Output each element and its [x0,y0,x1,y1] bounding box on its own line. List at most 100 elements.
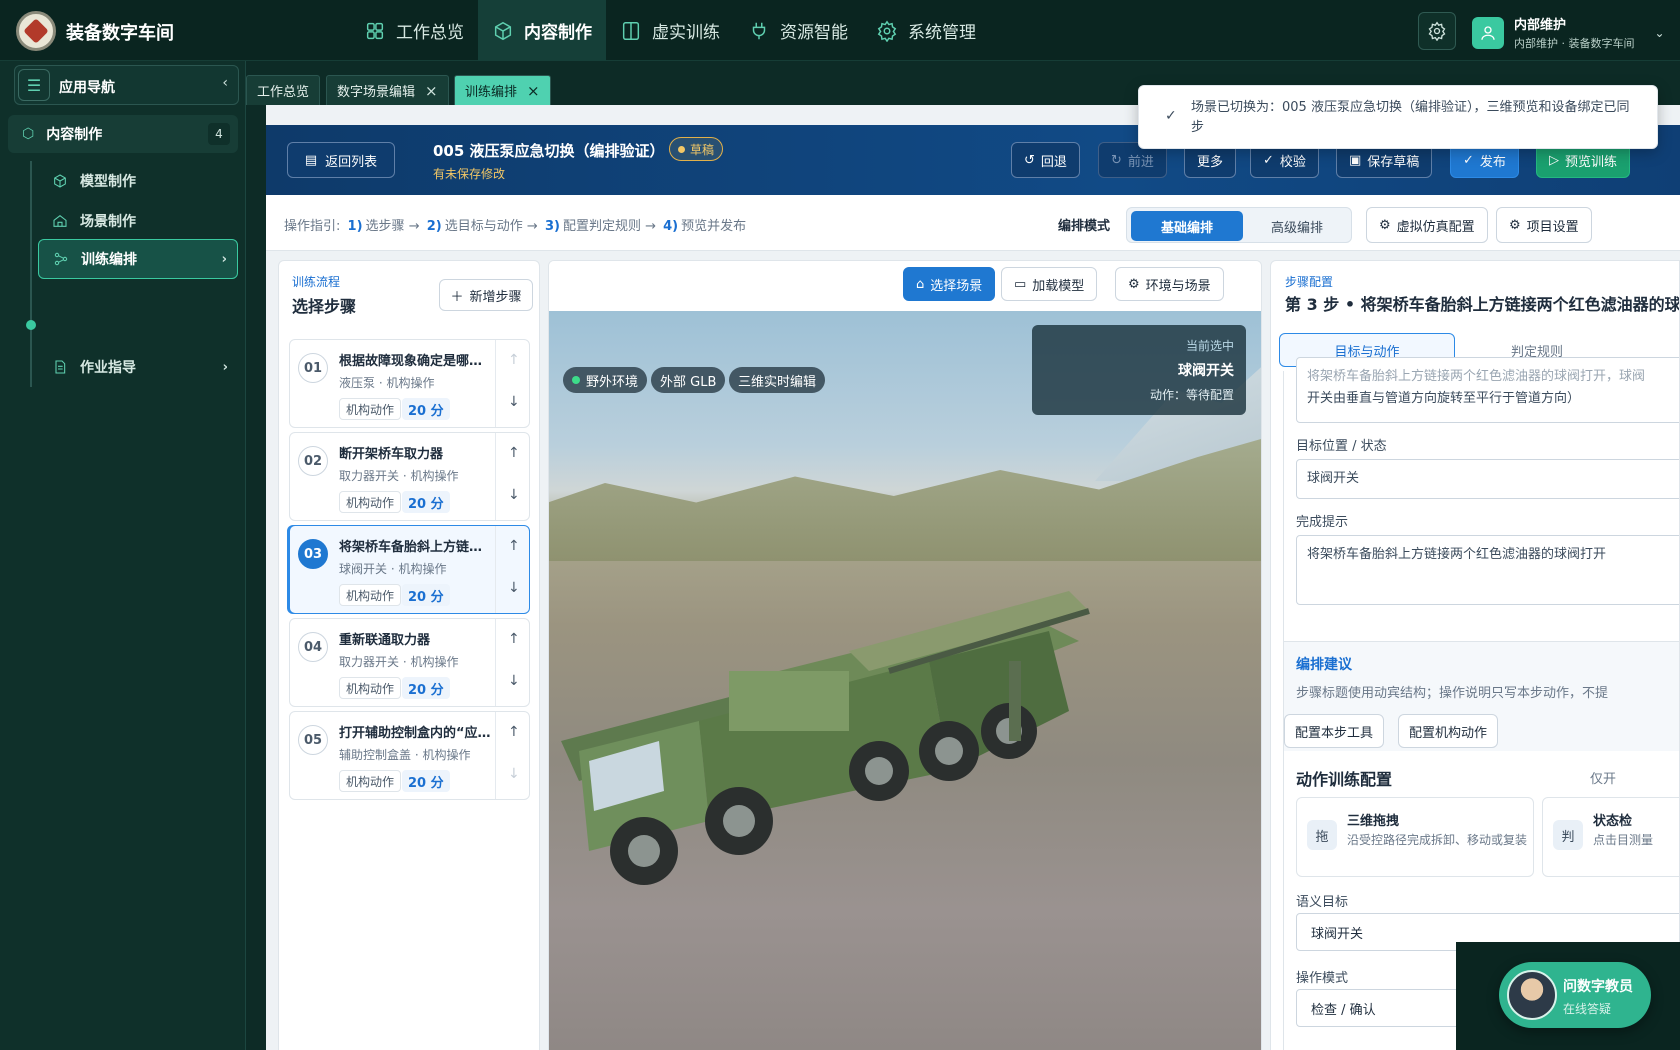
config-mechanism-button[interactable]: 配置机构动作 [1398,714,1499,748]
user-menu[interactable]: 内部维护 内部维护 · 装备数字车间 ⌄ [1472,14,1665,51]
topnav-item-content[interactable]: 内容制作 [478,0,606,61]
action-card-state-check[interactable]: 判 状态检 点击目测量 [1542,797,1679,877]
arrow-up-icon[interactable]: ↑ [508,724,520,740]
sidebar-item-scene[interactable]: 场景制作 [38,201,238,241]
close-icon[interactable]: × [527,82,540,100]
tab-label: 训练编排 [465,85,518,100]
arrow-down-icon[interactable]: ↓ [508,487,520,503]
tab-training-orchestration[interactable]: 训练编排 × [454,75,551,105]
arrow-up-icon[interactable]: ↑ [508,538,520,554]
guide-step-num: 3) [544,219,560,234]
target-state-input[interactable]: 球阀开关 [1296,459,1679,499]
step-points: 20 分 [402,584,450,606]
mode-basic[interactable]: 基础编排 [1131,211,1243,241]
user-subtitle: 内部维护 · 装备数字车间 [1514,37,1635,50]
panel-title: 选择步骤 [292,297,357,316]
arrow-up-icon[interactable]: ↑ [508,445,520,461]
completion-hint-textarea[interactable]: 将架桥车备胎斜上方链接两个红色滤油器的球阀打开 [1296,535,1679,605]
sidebar-item-model[interactable]: 模型制作 [38,161,238,201]
environment-button[interactable]: ⚙ 环境与场景 [1115,267,1224,301]
gear-icon: ⚙ [1128,276,1140,292]
reorder-controls: ↑ ↓ [495,712,529,799]
tab-label: 数字场景编辑 [337,85,416,100]
user-icon [1481,25,1495,40]
env-chip: 野外环境 [563,367,648,393]
topnav-label: 虚实训练 [652,23,720,43]
action-card-drag[interactable]: 拖 三维拖拽 沿受控路径完成拆卸、移动或复装 [1296,797,1534,877]
topnav-item-training[interactable]: 虚实训练 [606,0,734,61]
tree-line [30,161,32,387]
sidebar-item-training-orchestration[interactable]: 训练编排 › [38,239,238,279]
sim-label: 虚拟仿真配置 [1396,219,1475,235]
selection-info-box: 当前选中 球阀开关 动作：等待配置 [1032,325,1246,415]
toast-notification: ✓ 场景已切换为：005 液压泵应急切换（编排验证），三维预览和设备绑定已同步 [1138,85,1658,149]
step-description-textarea[interactable]: 将架桥车备胎斜上方链接两个红色滤油器的球阀打开，球阀 开关由垂直与管道方向旋转至… [1296,357,1679,423]
panel-caption: 步骤配置 [1285,275,1334,289]
guide-step: 选步骤 [365,219,405,234]
sim-config-button[interactable]: ⚙ 虚拟仿真配置 [1366,207,1488,243]
3d-scene-canvas[interactable]: 野外环境 外部 GLB 三维实时编辑 当前选中 球阀开关 动作：等待配置 [549,311,1262,1050]
sidebar-item-label: 作业指导 [80,360,136,376]
step-number: 04 [298,632,328,662]
grid-icon [366,22,384,39]
arrow-up-icon[interactable]: ↑ [508,352,520,368]
topnav-item-resource[interactable]: 资源智能 [734,0,862,61]
back-to-list-button[interactable]: ▤ 返回列表 [287,142,395,178]
top-bar: 装备数字车间 工作总览 内容制作 虚实训练 资源智能 系统管理 内部维护 内部维… [0,0,1680,61]
ask-digital-instructor-button[interactable]: 问数字教员 在线答疑 [1499,962,1651,1028]
step-subtitle: 液压泵 · 机构操作 [339,376,435,390]
topnav-item-overview[interactable]: 工作总览 [350,0,478,61]
action-config-title: 动作训练配置 [1296,770,1393,789]
step-item[interactable]: 05 打开辅助控制盒内的“应急泵”开关 辅助控制盒盖 · 机构操作 机构动作 2… [289,711,530,800]
arrow-up-icon[interactable]: ↑ [508,631,520,647]
menu-icon[interactable]: ☰ [18,69,50,101]
settings-button[interactable] [1418,12,1456,50]
add-step-button[interactable]: ＋ 新增步骤 [439,279,533,311]
sidebar-section-content[interactable]: ⬡ 内容制作 4 [8,115,238,153]
sidebar-item-label: 模型制作 [80,174,136,190]
desc-line: 将架桥车备胎斜上方链接两个红色滤油器的球阀打开，球阀 [1307,369,1646,384]
close-icon[interactable]: × [425,82,438,100]
card-title: 三维拖拽 [1347,814,1400,829]
gear-icon [877,20,897,42]
config-tool-button[interactable]: 配置本步工具 [1284,714,1385,748]
topnav-item-system[interactable]: 系统管理 [862,0,990,61]
chevron-down-icon: ⌄ [1654,25,1665,40]
target-label: 目标位置 / 状态 [1296,439,1387,454]
reorder-controls: ↑ ↓ [495,433,529,520]
load-model-button[interactable]: ▭ 加载模型 [1001,267,1098,301]
guide-step: 配置判定规则 [562,219,641,234]
card-title: 状态检 [1593,814,1633,829]
arrow-down-icon[interactable]: ↓ [508,580,520,596]
project-settings-button[interactable]: ⚙ 项目设置 [1496,207,1592,243]
play-icon: ▷ [1549,152,1559,168]
arrow-down-icon[interactable]: ↓ [508,673,520,689]
select-scene-label: 选择场景 [930,278,983,294]
arrow-down-icon[interactable]: ↓ [508,394,520,410]
step-config-title: 第 3 步 • 将架桥车备胎斜上方链接两个红色滤油器的球阀打开 [1285,295,1680,314]
undo-button[interactable]: ↺ 回退 [1011,142,1080,178]
check-icon: ✓ [1263,152,1274,168]
arrow-down-icon[interactable]: ↓ [508,766,520,782]
redo-label: 前进 [1127,154,1154,170]
tab-overview[interactable]: 工作总览 [246,75,321,105]
step-item[interactable]: 01 根据故障现象确定是哪个液压泵故障 液压泵 · 机构操作 机构动作 20 分… [289,339,530,428]
vehicle-model[interactable] [549,311,1262,1050]
collapse-chevron-icon[interactable]: ‹ [222,75,228,91]
panel-caption: 训练流程 [292,275,341,289]
top-nav: 工作总览 内容制作 虚实训练 资源智能 系统管理 [350,0,990,61]
sidebar-item-guidance[interactable]: 作业指导 › [38,347,238,387]
step-list-panel: 训练流程 选择步骤 ＋ 新增步骤 01 根据故障现象确定是哪个液压泵故障 液压泵 … [278,260,540,1050]
mode-advanced[interactable]: 高级编排 [1241,211,1353,241]
step-item-selected[interactable]: 03 将架桥车备胎斜上方链接两个红色滤油器的球阀打开 球阀开关 · 机构操作 机… [289,525,530,614]
guide-arrow: → [526,219,538,234]
step-item[interactable]: 02 断开架桥车取力器 取力器开关 · 机构操作 机构动作 20 分 ↑ ↓ [289,432,530,521]
document-icon [55,360,66,374]
step-item[interactable]: 04 重新联通取力器 取力器开关 · 机构操作 机构动作 20 分 ↑ ↓ [289,618,530,707]
tab-scene-edit[interactable]: 数字场景编辑 × [326,75,449,105]
chip-label: 三维实时编辑 [738,374,817,390]
environment-label: 环境与场景 [1145,278,1211,294]
select-scene-button[interactable]: ⌂ 选择场景 [903,267,996,301]
format-chip: 外部 GLB [651,367,726,393]
book-icon [622,21,640,40]
